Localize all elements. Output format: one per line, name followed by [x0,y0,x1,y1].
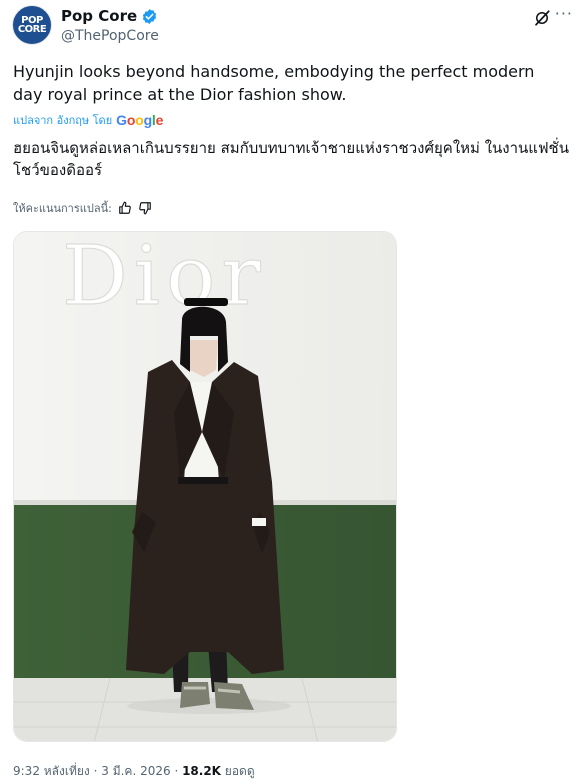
translated-by[interactable]: แปลจาก อังกฤษ โดย Google [13,111,163,129]
dior-wall-lettering: Dior [62,232,267,324]
rate-translation-label: ให้คะแนนการแปลนี้: [13,202,112,215]
rate-translation: ให้คะแนนการแปลนี้: [13,199,152,217]
translated-text: ฮยอนจินดูหล่อเหลาเกินบรรยาย สมกับบทบาทเจ… [13,139,569,179]
post-meta: 9:32 หลังเที่ยง · 3 มี.ค. 2026 · 18.2K ย… [13,762,255,781]
more-icon[interactable]: ··· [555,4,573,23]
meta-separator: · [89,764,102,778]
view-count: 18.2K [182,764,221,778]
thumbs-up-icon[interactable] [118,201,132,215]
post-text: Hyunjin looks beyond handsome, embodying… [13,62,535,104]
thumbs-down-icon[interactable] [138,201,152,215]
meta-separator: · [170,764,183,778]
grok-icon[interactable] [533,9,551,27]
google-logo: Google [116,112,164,128]
author-name[interactable]: Pop Core [61,7,137,25]
post-time[interactable]: 9:32 หลังเที่ยง [13,764,90,778]
translated-from-label: แปลจาก อังกฤษ โดย [13,114,113,127]
post-image[interactable]: Dior [13,231,397,742]
author-handle[interactable]: @ThePopCore [61,28,159,44]
avatar-text-bottom: CORE [17,24,47,35]
author-name-row[interactable]: Pop Core [61,7,158,25]
verified-badge-icon [142,8,157,24]
post-date[interactable]: 3 มี.ค. 2026 [101,764,170,778]
avatar[interactable]: POP CORE [12,5,52,45]
views-label: ยอดดู [220,764,255,778]
